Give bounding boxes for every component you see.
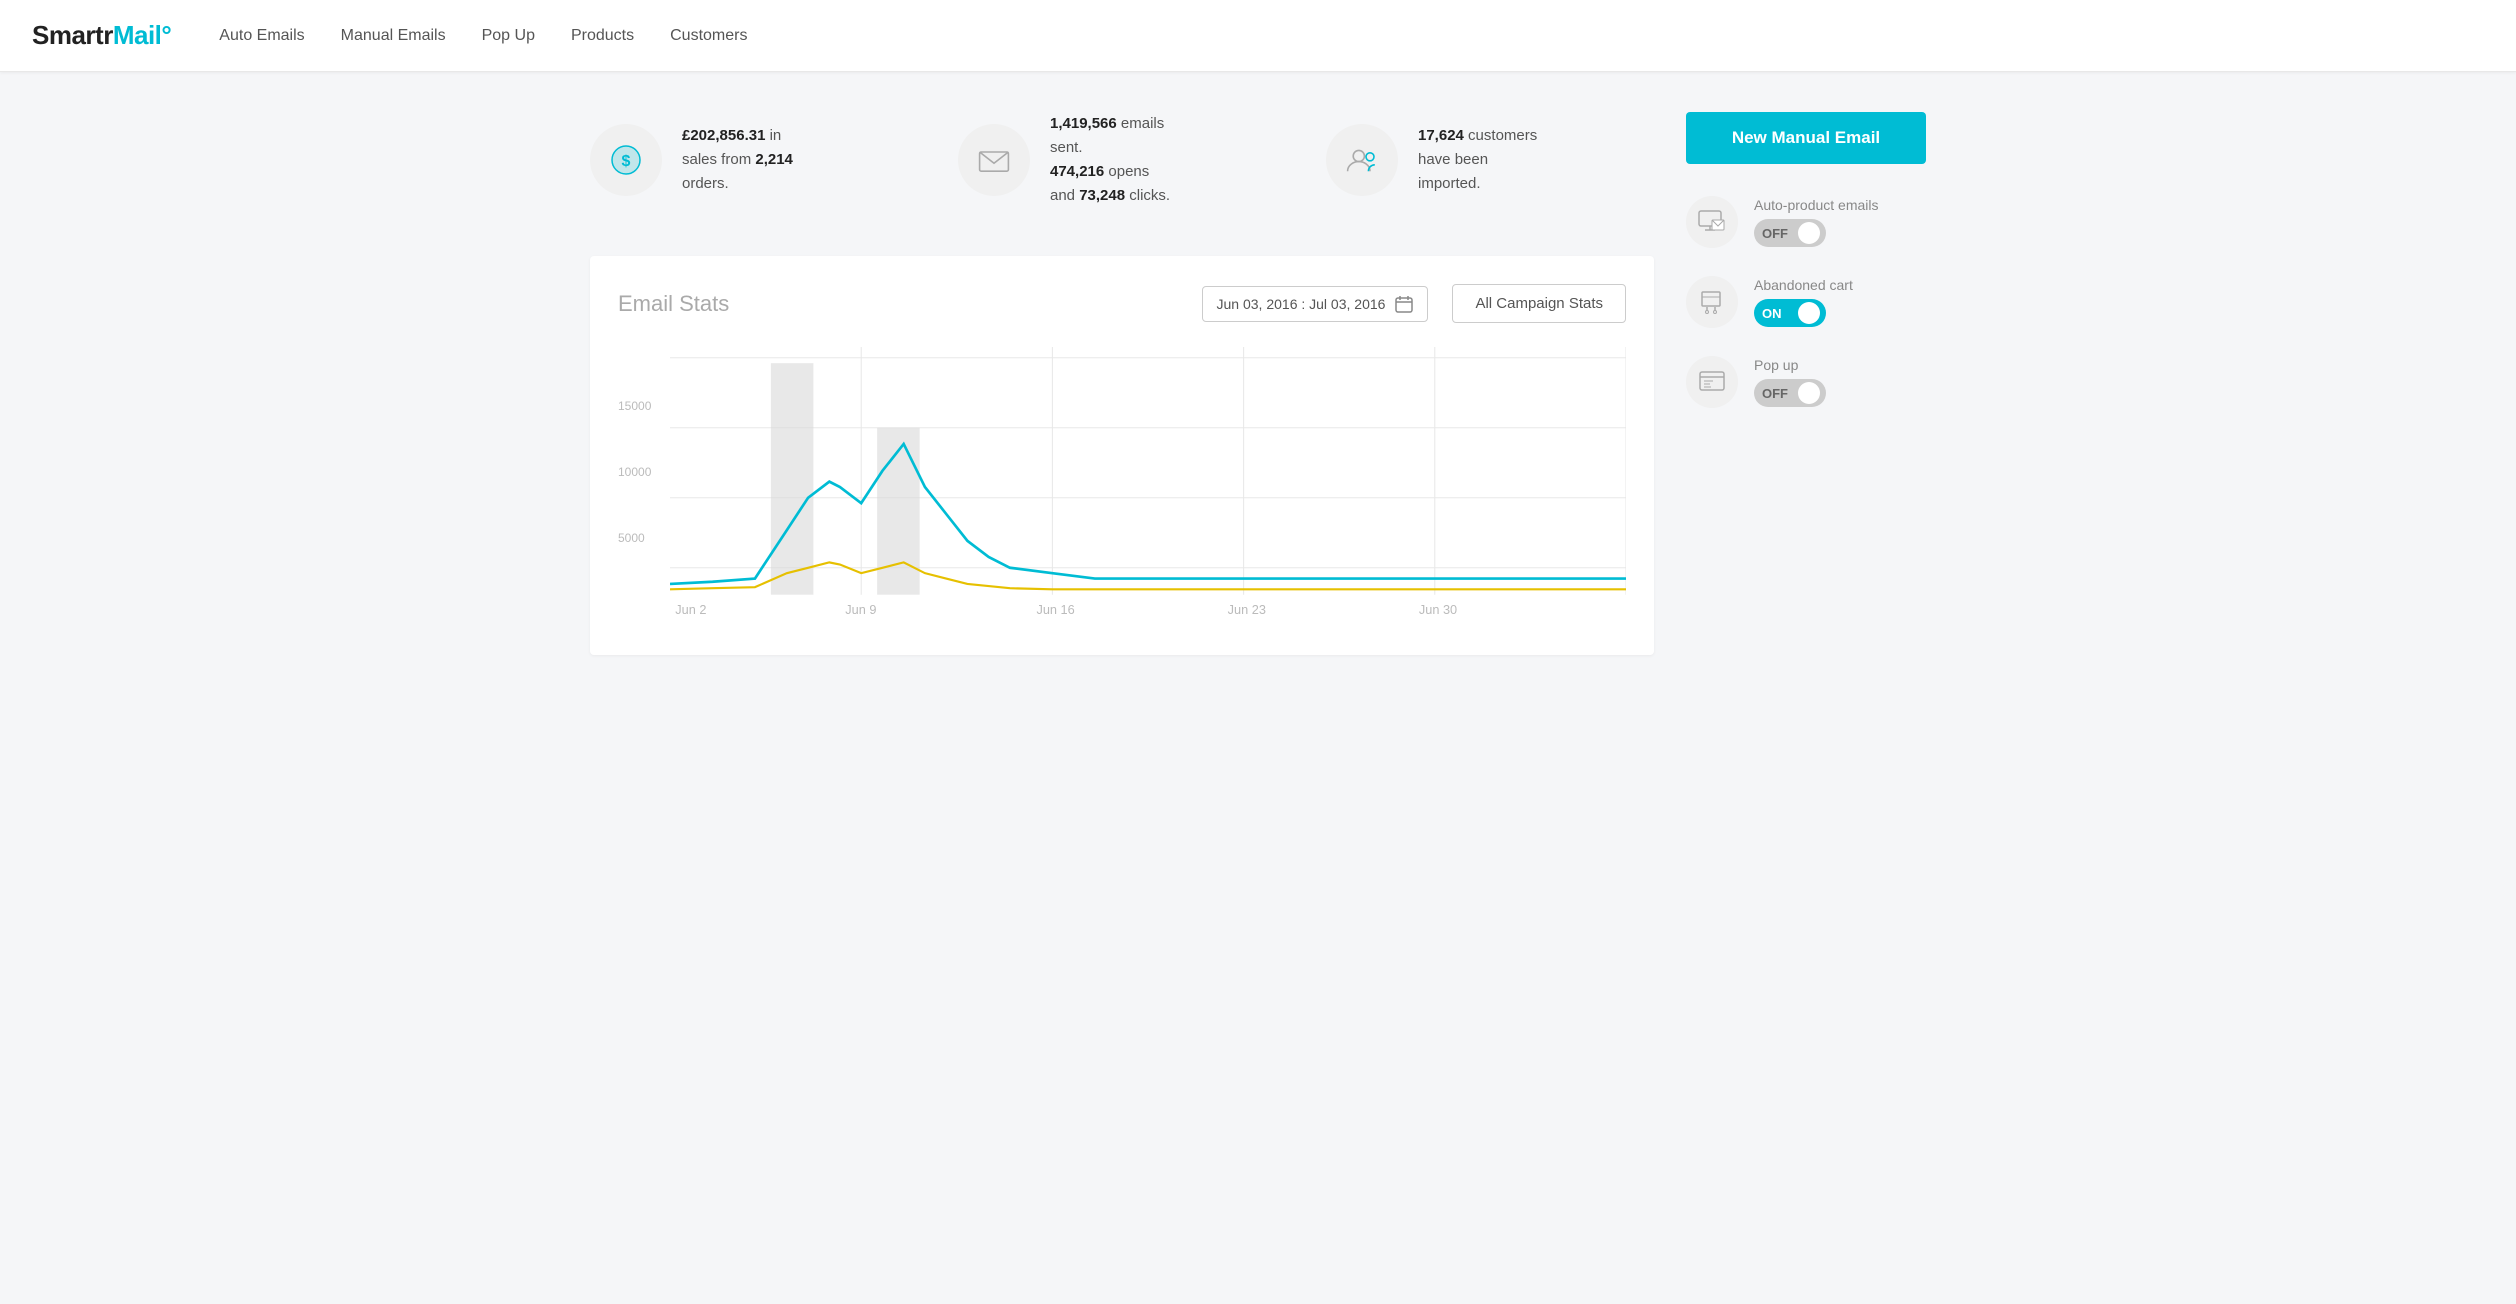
svg-text:Jun 16: Jun 16 [1036, 602, 1074, 617]
emails-sent: 1,419,566 [1050, 115, 1117, 132]
abandoned-cart-toggle-info: Abandoned cart ON [1754, 277, 1853, 327]
chart-y-labels: 15000 10000 5000 [618, 347, 670, 597]
chart-svg: Jun 2 Jun 9 Jun 16 Jun 23 Jun 30 [670, 347, 1626, 627]
y-label-5000: 5000 [618, 531, 670, 545]
right-sidebar: New Manual Email Auto-product emails OFF [1686, 112, 1926, 655]
sales-amount: £202,856.31 [682, 127, 765, 144]
logo-accent: Mail° [113, 20, 171, 50]
emails-clicks: 73,248 [1079, 187, 1125, 204]
main-nav: Auto Emails Manual Emails Pop Up Product… [219, 23, 747, 49]
auto-product-state: OFF [1762, 226, 1790, 241]
abandoned-cart-dot [1798, 302, 1820, 324]
y-label-15000: 15000 [618, 399, 670, 413]
abandoned-cart-state: ON [1762, 306, 1798, 321]
date-picker[interactable]: Jun 03, 2016 : Jul 03, 2016 [1202, 286, 1429, 322]
auto-product-toggle-info: Auto-product emails OFF [1754, 197, 1879, 247]
new-manual-email-button[interactable]: New Manual Email [1686, 112, 1926, 164]
cart-email-icon [1699, 289, 1725, 315]
nav-products[interactable]: Products [571, 23, 634, 49]
chart-container: 15000 10000 5000 [618, 347, 1626, 627]
sales-orders: 2,214 [755, 151, 793, 168]
customers-icon-circle [1326, 124, 1398, 196]
stats-row: $ £202,856.31 in sales from 2,214 orders… [590, 112, 1654, 208]
auto-product-icon-circle [1686, 196, 1738, 248]
auto-product-dot [1798, 222, 1820, 244]
content-area: $ £202,856.31 in sales from 2,214 orders… [590, 112, 1654, 655]
email-stats-title: Email Stats [618, 291, 1178, 317]
svg-text:Jun 9: Jun 9 [845, 602, 876, 617]
chart-area: Jun 2 Jun 9 Jun 16 Jun 23 Jun 30 [670, 347, 1626, 627]
monitor-email-icon [1698, 210, 1726, 234]
stat-customers: 17,624 customers have been imported. [1326, 124, 1654, 196]
customers-icon [1346, 144, 1378, 176]
pop-up-icon-circle [1686, 356, 1738, 408]
nav-manual-emails[interactable]: Manual Emails [341, 23, 446, 49]
abandoned-cart-toggle[interactable]: ON [1754, 299, 1826, 327]
pop-up-toggle-info: Pop up OFF [1754, 357, 1826, 407]
pop-up-state: OFF [1762, 386, 1790, 401]
emails-opens: 474,216 [1050, 163, 1104, 180]
date-range-text: Jun 03, 2016 : Jul 03, 2016 [1217, 296, 1386, 312]
svg-text:$: $ [622, 153, 631, 170]
pop-up-dot [1798, 382, 1820, 404]
customers-stat-text: 17,624 customers have been imported. [1418, 124, 1537, 196]
emails-icon-circle [958, 124, 1030, 196]
customers-count: 17,624 [1418, 127, 1464, 144]
pop-up-label: Pop up [1754, 357, 1826, 373]
sales-stat-text: £202,856.31 in sales from 2,214 orders. [682, 124, 793, 196]
stat-sales: $ £202,856.31 in sales from 2,214 orders… [590, 124, 918, 196]
header: SmartrMail° Auto Emails Manual Emails Po… [0, 0, 2516, 72]
y-label-10000: 10000 [618, 465, 670, 479]
nav-auto-emails[interactable]: Auto Emails [219, 23, 304, 49]
toggle-abandoned-cart: Abandoned cart ON [1686, 276, 1926, 328]
stat-emails: 1,419,566 emails sent. 474,216 opens and… [958, 112, 1286, 208]
auto-product-label: Auto-product emails [1754, 197, 1879, 213]
pop-up-toggle[interactable]: OFF [1754, 379, 1826, 407]
main-layout: $ £202,856.31 in sales from 2,214 orders… [558, 72, 1958, 687]
all-campaign-stats-button[interactable]: All Campaign Stats [1452, 284, 1626, 323]
svg-text:Jun 23: Jun 23 [1228, 602, 1266, 617]
abandoned-cart-icon-circle [1686, 276, 1738, 328]
popup-icon [1699, 369, 1725, 395]
toggle-auto-product: Auto-product emails OFF [1686, 196, 1926, 248]
abandoned-cart-label: Abandoned cart [1754, 277, 1853, 293]
email-stats-section: Email Stats Jun 03, 2016 : Jul 03, 2016 … [590, 256, 1654, 655]
dollar-icon: $ [610, 144, 642, 176]
nav-pop-up[interactable]: Pop Up [482, 23, 535, 49]
svg-text:Jun 30: Jun 30 [1419, 602, 1457, 617]
stats-header: Email Stats Jun 03, 2016 : Jul 03, 2016 … [618, 284, 1626, 323]
calendar-icon [1395, 295, 1413, 313]
email-icon [978, 144, 1010, 176]
svg-text:Jun 2: Jun 2 [675, 602, 706, 617]
sales-icon-circle: $ [590, 124, 662, 196]
nav-customers[interactable]: Customers [670, 23, 747, 49]
emails-stat-text: 1,419,566 emails sent. 474,216 opens and… [1050, 112, 1170, 208]
auto-product-toggle[interactable]: OFF [1754, 219, 1826, 247]
logo: SmartrMail° [32, 20, 171, 51]
toggle-pop-up: Pop up OFF [1686, 356, 1926, 408]
